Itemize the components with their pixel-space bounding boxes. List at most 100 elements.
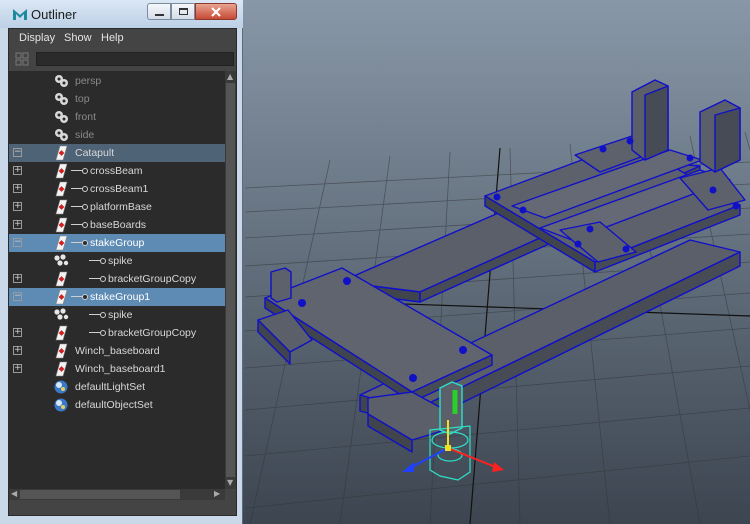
title-bar[interactable]: Outliner: [0, 0, 243, 28]
horizontal-scrollbar[interactable]: ◀ ▶: [9, 489, 225, 500]
mesh-icon: [53, 253, 69, 269]
horizontal-scroll-thumb[interactable]: [20, 490, 180, 499]
expand-icon[interactable]: +: [13, 166, 22, 175]
outliner-tree[interactable]: persp top front side − Catapult + crossBeam + cro…: [9, 71, 225, 489]
outliner-row-label: crossBeam1: [90, 183, 149, 195]
group-icon: [53, 361, 69, 377]
outliner-row[interactable]: spike: [9, 306, 225, 324]
expand-icon[interactable]: +: [13, 202, 22, 211]
menu-help[interactable]: Help: [101, 32, 124, 44]
collapse-icon[interactable]: −: [13, 238, 22, 247]
collapse-icon[interactable]: −: [13, 292, 22, 301]
tree-node-dot: [82, 168, 88, 174]
outliner-row[interactable]: defaultObjectSet: [9, 396, 225, 414]
camera-icon: [53, 73, 69, 89]
group-icon: [53, 235, 69, 251]
outliner-row-label: top: [75, 93, 90, 105]
outliner-row[interactable]: − stakeGroup: [9, 234, 225, 252]
outliner-panel: Display Show Help persp top front side − Cata…: [8, 28, 237, 516]
outliner-row[interactable]: spike: [9, 252, 225, 270]
outliner-row[interactable]: + Winch_baseboard: [9, 342, 225, 360]
scroll-left-icon[interactable]: ◀: [11, 489, 17, 498]
collapse-icon[interactable]: −: [13, 148, 22, 157]
tree-node-dot: [100, 258, 106, 264]
outliner-row[interactable]: + crossBeam: [9, 162, 225, 180]
maximize-button[interactable]: [171, 3, 195, 20]
tree-node-dot: [100, 312, 106, 318]
group-icon: [53, 271, 69, 287]
menu-show[interactable]: Show: [64, 32, 92, 44]
outliner-row-label: persp: [75, 75, 102, 87]
outliner-row[interactable]: + Winch_baseboard1: [9, 360, 225, 378]
expand-icon[interactable]: +: [13, 328, 22, 337]
minimize-icon: [154, 13, 164, 16]
group-icon: [53, 181, 69, 197]
expand-icon[interactable]: +: [13, 184, 22, 193]
scroll-up-icon[interactable]: ▲: [227, 72, 233, 81]
minimize-button[interactable]: [147, 3, 171, 20]
group-icon: [53, 145, 69, 161]
outliner-row-label: front: [75, 111, 97, 123]
group-icon: [53, 199, 69, 215]
close-icon: [211, 6, 221, 17]
outliner-row[interactable]: + baseBoards: [9, 216, 225, 234]
outliner-row-label: spike: [108, 309, 133, 321]
outliner-row[interactable]: side: [9, 126, 225, 144]
tree-node-dot: [82, 240, 88, 246]
outliner-row-label: Winch_baseboard: [75, 345, 160, 357]
outliner-row[interactable]: − Catapult: [9, 144, 225, 162]
outliner-window[interactable]: Outliner Display Show Help persp top fro…: [0, 0, 243, 524]
search-row: [9, 49, 236, 69]
outliner-row-label: crossBeam: [90, 165, 143, 177]
outliner-row-label: Winch_baseboard1: [75, 363, 166, 375]
camera-icon: [53, 91, 69, 107]
mesh-icon: [53, 307, 69, 323]
expand-icon[interactable]: +: [13, 346, 22, 355]
menu-display[interactable]: Display: [19, 32, 55, 44]
tree-node-dot: [100, 276, 106, 282]
filter-icon[interactable]: [15, 52, 29, 66]
outliner-row-label: spike: [108, 255, 133, 267]
group-icon: [53, 163, 69, 179]
outliner-row-label: stakeGroup1: [90, 291, 151, 303]
expand-icon[interactable]: +: [13, 220, 22, 229]
close-button[interactable]: [195, 3, 237, 20]
camera-icon: [53, 109, 69, 125]
scroll-down-icon[interactable]: ▼: [227, 478, 233, 487]
scroll-right-icon[interactable]: ▶: [214, 489, 220, 498]
vertical-scroll-thumb[interactable]: [226, 83, 235, 477]
outliner-row-label: Catapult: [75, 147, 115, 159]
expand-icon[interactable]: +: [13, 364, 22, 373]
vertical-scrollbar[interactable]: ▲ ▼: [225, 71, 236, 489]
outliner-row-label: stakeGroup: [90, 237, 145, 249]
maximize-icon: [178, 8, 188, 15]
outliner-row-label: baseBoards: [90, 219, 147, 231]
camera-icon: [53, 127, 69, 143]
outliner-row[interactable]: − stakeGroup1: [9, 288, 225, 306]
expand-icon[interactable]: +: [13, 274, 22, 283]
group-icon: [53, 217, 69, 233]
outliner-row-label: bracketGroupCopy: [108, 327, 197, 339]
tree-node-dot: [82, 294, 88, 300]
outliner-row-label: defaultLightSet: [75, 381, 146, 393]
outliner-row[interactable]: + platformBase: [9, 198, 225, 216]
outliner-row-label: platformBase: [90, 201, 152, 213]
outliner-row[interactable]: defaultLightSet: [9, 378, 225, 396]
outliner-row[interactable]: top: [9, 90, 225, 108]
maya-app-icon: [13, 9, 27, 20]
outliner-row[interactable]: + bracketGroupCopy: [9, 270, 225, 288]
search-input[interactable]: [36, 52, 234, 66]
outliner-row[interactable]: front: [9, 108, 225, 126]
group-icon: [53, 325, 69, 341]
group-icon: [53, 343, 69, 359]
outliner-row-label: bracketGroupCopy: [108, 273, 197, 285]
tree-node-dot: [100, 330, 106, 336]
menu-bar: Display Show Help: [9, 29, 236, 49]
outliner-row-label: side: [75, 129, 95, 141]
outliner-row-label: defaultObjectSet: [75, 399, 153, 411]
outliner-row[interactable]: + crossBeam1: [9, 180, 225, 198]
tree-node-dot: [82, 222, 88, 228]
outliner-row[interactable]: + bracketGroupCopy: [9, 324, 225, 342]
group-icon: [53, 289, 69, 305]
outliner-row[interactable]: persp: [9, 72, 225, 90]
